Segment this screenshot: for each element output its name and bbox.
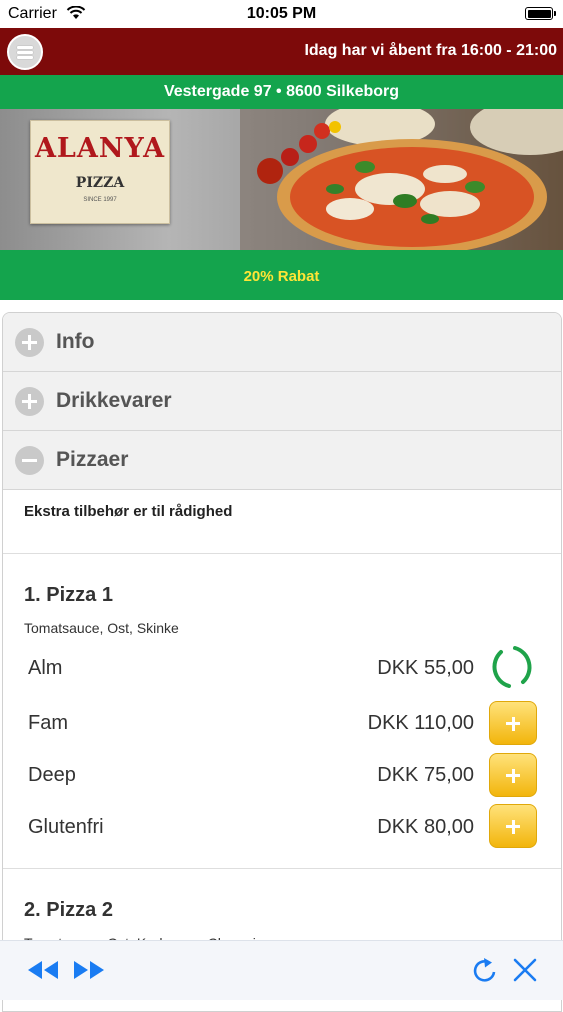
restaurant-logo: ALANYA PIZZA SINCE 1997	[30, 120, 170, 224]
logo-since: SINCE 1997	[83, 197, 117, 203]
menu-button[interactable]	[7, 34, 43, 70]
section-header-pizzas[interactable]: Pizzaer	[3, 431, 561, 490]
hamburger-icon-line	[17, 46, 33, 49]
hamburger-icon-line	[17, 56, 33, 59]
expand-plus-icon	[15, 387, 44, 416]
menu-item-description: Tomatsauce, Ost, Skinke	[24, 620, 179, 636]
add-to-cart-button[interactable]	[489, 804, 537, 848]
extras-note: Ekstra tilbehør er til rådighed	[24, 503, 233, 520]
divider	[3, 868, 561, 869]
variant-name: Alm	[28, 657, 63, 679]
variant-price: DKK 75,00	[377, 764, 474, 786]
section-label: Info	[56, 330, 95, 353]
logo-subtitle: PIZZA	[75, 175, 125, 191]
section-header-drinks[interactable]: Drikkevarer	[3, 372, 561, 431]
fast-forward-icon[interactable]	[72, 957, 106, 983]
add-to-cart-button[interactable]	[489, 753, 537, 797]
close-icon[interactable]	[511, 956, 539, 984]
logo-name: ALANYA	[34, 133, 166, 164]
divider	[3, 553, 561, 554]
opening-hours: Idag har vi åbent fra 16:00 - 21:00	[304, 42, 557, 59]
variant-price: DKK 80,00	[377, 816, 474, 838]
expand-plus-icon	[15, 328, 44, 357]
browser-toolbar	[0, 940, 563, 1000]
variant-name: Glutenfri	[28, 816, 104, 838]
collapse-minus-icon	[15, 446, 44, 475]
variant-price: DKK 110,00	[367, 712, 474, 734]
header-bar: Idag har vi åbent fra 16:00 - 21:00	[0, 28, 563, 75]
address-bar: Vestergade 97 • 8600 Silkeborg	[0, 75, 563, 109]
section-label: Drikkevarer	[56, 389, 172, 412]
battery-icon	[525, 7, 556, 20]
hero-banner: ALANYA PIZZA SINCE 1997	[0, 109, 563, 250]
status-bar: Carrier 10:05 PM	[0, 0, 563, 28]
variant-name: Fam	[28, 712, 68, 734]
rewind-icon[interactable]	[26, 957, 60, 983]
refresh-icon[interactable]	[470, 955, 500, 985]
pizza-photo	[240, 109, 563, 250]
clock: 10:05 PM	[246, 5, 317, 22]
hamburger-icon-line	[17, 51, 33, 54]
section-label: Pizzaer	[56, 448, 129, 471]
menu-item-title: 1. Pizza 1	[24, 584, 113, 606]
loading-spinner-icon	[492, 646, 532, 688]
section-header-info[interactable]: Info	[3, 313, 561, 372]
menu-accordion: Info Drikkevarer Pizzaer Ekstra tilbehør…	[2, 312, 562, 1012]
variant-name: Deep	[28, 764, 76, 786]
variant-price: DKK 55,00	[377, 657, 474, 679]
menu-item-title: 2. Pizza 2	[24, 899, 113, 921]
add-to-cart-button[interactable]	[489, 701, 537, 745]
discount-banner[interactable]: 20% Rabat	[0, 250, 563, 300]
